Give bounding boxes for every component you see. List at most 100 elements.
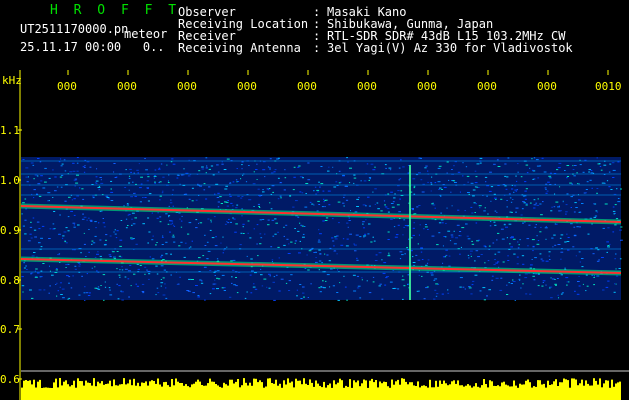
- noise-speck: [494, 197, 497, 199]
- noise-speck: [29, 233, 32, 235]
- noise-speck: [557, 206, 560, 208]
- noise-speck: [49, 285, 51, 287]
- noise-speck: [302, 177, 304, 179]
- noise-speck: [368, 223, 371, 225]
- noise-speck: [530, 264, 533, 266]
- amplitude-bar: [495, 386, 497, 400]
- noise-speck: [450, 191, 452, 193]
- noise-speck: [615, 218, 619, 220]
- noise-speck: [298, 252, 301, 254]
- noise-speck: [232, 205, 234, 207]
- noise-speck: [125, 227, 128, 229]
- noise-speck: [524, 277, 528, 279]
- noise-speck: [434, 278, 438, 280]
- noise-speck: [274, 218, 277, 220]
- noise-speck: [52, 169, 54, 171]
- amplitude-bar: [145, 381, 147, 400]
- noise-speck: [73, 198, 76, 200]
- noise-speck: [60, 294, 63, 295]
- noise-speck: [251, 270, 254, 272]
- noise-speck: [257, 203, 260, 205]
- noise-speck: [446, 207, 448, 209]
- noise-speck: [47, 192, 51, 194]
- noise-speck: [612, 177, 615, 178]
- noise-speck: [204, 234, 206, 236]
- noise-speck: [319, 186, 321, 188]
- amplitude-bar: [25, 380, 27, 400]
- noise-speck: [378, 252, 382, 254]
- noise-speck: [396, 204, 400, 206]
- noise-speck: [253, 283, 255, 285]
- noise-speck: [384, 164, 387, 166]
- amplitude-bar: [359, 386, 361, 400]
- amplitude-bar: [453, 380, 455, 400]
- noise-speck: [615, 253, 617, 255]
- noise-speck: [85, 256, 87, 257]
- noise-speck: [547, 181, 550, 183]
- noise-speck: [572, 246, 575, 248]
- amplitude-bar: [203, 385, 205, 400]
- amplitude-bar: [269, 378, 271, 400]
- amplitude-bar: [127, 383, 129, 400]
- noise-speck: [216, 288, 219, 290]
- noise-speck: [579, 164, 582, 166]
- noise-speck: [23, 267, 26, 269]
- noise-speck: [588, 169, 591, 171]
- noise-speck: [318, 249, 321, 251]
- amplitude-bar: [283, 380, 285, 400]
- amplitude-bar: [115, 385, 117, 400]
- noise-speck: [253, 228, 255, 230]
- noise-speck: [401, 254, 404, 256]
- noise-speck: [372, 276, 375, 278]
- noise-speck: [33, 229, 37, 231]
- amplitude-bar: [181, 383, 183, 400]
- noise-speck: [72, 162, 75, 164]
- noise-speck: [207, 250, 211, 252]
- noise-speck: [526, 238, 530, 240]
- noise-speck: [344, 185, 347, 187]
- amplitude-bar: [607, 380, 609, 400]
- noise-speck: [84, 165, 86, 167]
- noise-speck: [434, 207, 436, 209]
- noise-speck: [482, 287, 486, 289]
- noise-speck: [197, 295, 200, 296]
- noise-speck: [459, 231, 462, 232]
- noise-speck: [435, 295, 438, 297]
- amplitude-bar: [323, 381, 325, 400]
- noise-speck: [515, 207, 519, 209]
- noise-speck: [596, 192, 598, 194]
- amplitude-bar: [409, 382, 411, 400]
- noise-speck: [284, 169, 286, 171]
- amplitude-bar: [295, 378, 297, 400]
- noise-speck: [56, 295, 58, 297]
- amplitude-bar: [263, 387, 265, 400]
- noise-speck: [493, 264, 496, 266]
- noise-speck: [232, 259, 236, 261]
- noise-speck: [337, 299, 340, 301]
- noise-speck: [263, 278, 267, 280]
- noise-speck: [377, 208, 380, 210]
- amplitude-bar: [71, 385, 73, 400]
- noise-speck: [151, 212, 153, 214]
- noise-speck: [403, 285, 406, 287]
- amplitude-bar: [219, 386, 221, 400]
- noise-speck: [374, 188, 377, 190]
- amplitude-bar: [413, 385, 415, 400]
- noise-speck: [81, 275, 83, 277]
- noise-speck: [489, 225, 492, 227]
- noise-speck: [541, 285, 544, 287]
- noise-speck: [307, 162, 310, 164]
- noise-speck: [105, 234, 108, 236]
- noise-speck: [130, 285, 132, 287]
- noise-speck: [94, 287, 98, 289]
- noise-speck: [328, 166, 330, 168]
- noise-speck: [619, 258, 622, 260]
- noise-speck: [83, 171, 86, 173]
- noise-speck: [326, 274, 330, 276]
- amplitude-bar: [569, 387, 571, 400]
- noise-speck: [221, 274, 225, 276]
- noise-speck: [269, 168, 271, 170]
- noise-speck: [357, 285, 361, 287]
- noise-speck: [573, 226, 576, 228]
- noise-speck: [254, 288, 258, 290]
